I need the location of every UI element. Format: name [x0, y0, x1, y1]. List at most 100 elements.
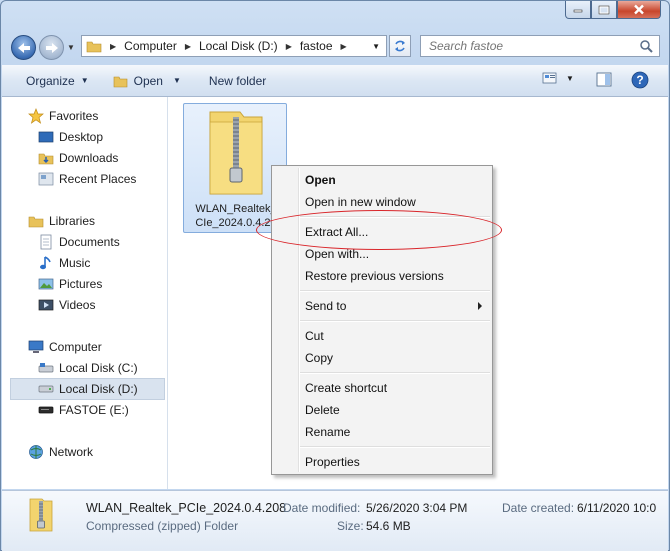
search-input[interactable]: [427, 38, 631, 54]
chevron-down-icon: ▼: [566, 73, 574, 83]
nav-item-label: Desktop: [59, 130, 104, 144]
forward-button[interactable]: [39, 35, 64, 60]
drive-icon: [38, 381, 54, 397]
nav-item-label: FASTOE (E:): [59, 403, 129, 417]
menu-item-open-in-new-window[interactable]: Open in new window: [305, 193, 416, 211]
nav-item-recent-places[interactable]: Recent Places: [38, 169, 136, 189]
back-button[interactable]: [11, 35, 36, 60]
nav-item-label: Documents: [59, 235, 120, 249]
folder-icon: [86, 41, 102, 53]
star-icon: [28, 108, 44, 124]
zip-file-icon: [29, 498, 53, 532]
breadcrumb-local-disk-d[interactable]: Local Disk (D:): [199, 39, 278, 53]
nav-item-local-disk-d[interactable]: Local Disk (D:): [10, 378, 165, 400]
refresh-icon: [395, 40, 405, 52]
menu-separator: [300, 290, 490, 292]
open-folder-icon: [113, 76, 127, 87]
breadcrumb-arrow-icon[interactable]: ▶: [286, 42, 292, 51]
nav-computer[interactable]: Computer: [28, 337, 102, 357]
date-modified-value: 5/26/2020 3:04 PM: [366, 501, 468, 515]
nav-item-label: Music: [59, 256, 91, 270]
change-view-button[interactable]: ▼: [542, 71, 574, 85]
help-button[interactable]: ?: [631, 71, 649, 92]
menu-item-open[interactable]: Open: [305, 171, 336, 189]
organize-button[interactable]: Organize ▼: [20, 69, 95, 93]
nav-item-label: Pictures: [59, 277, 103, 291]
search-icon[interactable]: [639, 39, 653, 53]
size-label: Size:: [337, 519, 364, 533]
nav-favorites-label: Favorites: [49, 109, 99, 123]
submenu-arrow-icon: [478, 302, 482, 310]
command-bar: Organize ▼ Open ▼ New folder ▼ ?: [2, 65, 668, 97]
nav-computer-label: Computer: [49, 340, 102, 354]
downloads-folder-icon: [38, 150, 54, 166]
breadcrumb-arrow-icon[interactable]: ▶: [185, 42, 191, 51]
computer-icon: [28, 339, 44, 355]
recent-places-icon: [38, 171, 54, 187]
menu-separator: [300, 372, 490, 374]
nav-item-documents[interactable]: Documents: [38, 232, 120, 252]
breadcrumb-arrow-icon[interactable]: ▶: [110, 42, 116, 51]
menu-item-send-to[interactable]: Send to: [305, 297, 485, 315]
nav-item-desktop[interactable]: Desktop: [38, 127, 103, 147]
search-box[interactable]: [420, 35, 660, 57]
menu-item-rename[interactable]: Rename: [305, 423, 350, 441]
help-icon: ?: [631, 71, 649, 89]
menu-item-create-shortcut[interactable]: Create shortcut: [305, 379, 387, 397]
zip-folder-icon: [209, 111, 263, 195]
date-modified-label: Date modified:: [283, 501, 361, 515]
maximize-button[interactable]: [591, 1, 617, 19]
removable-drive-icon: [38, 402, 54, 418]
nav-item-music[interactable]: Music: [38, 253, 90, 273]
menu-item-copy[interactable]: Copy: [305, 349, 333, 367]
network-icon: [28, 444, 44, 460]
nav-item-pictures[interactable]: Pictures: [38, 274, 102, 294]
breadcrumb-arrow-icon[interactable]: ▶: [341, 42, 347, 51]
navigation-pane: Favorites Desktop Downloads Recent Place…: [2, 97, 168, 489]
breadcrumb-computer[interactable]: Computer: [124, 39, 177, 53]
menu-item-delete[interactable]: Delete: [305, 401, 340, 419]
menu-item-cut[interactable]: Cut: [305, 327, 324, 345]
preview-pane-button[interactable]: [596, 72, 612, 90]
nav-item-label: Local Disk (D:): [59, 382, 138, 396]
menu-item-restore-previous-versions[interactable]: Restore previous versions: [305, 267, 444, 285]
minimize-button[interactable]: [565, 1, 591, 19]
minimize-icon: [573, 9, 583, 12]
open-button[interactable]: Open ▼: [107, 69, 187, 93]
menu-item-properties[interactable]: Properties: [305, 453, 360, 471]
desktop-icon: [38, 129, 54, 145]
nav-libraries[interactable]: Libraries: [28, 211, 95, 231]
nav-item-label: Recent Places: [59, 172, 137, 186]
nav-item-fastoe-e[interactable]: FASTOE (E:): [38, 400, 129, 420]
refresh-button[interactable]: [389, 35, 411, 57]
nav-item-local-disk-c[interactable]: Local Disk (C:): [38, 358, 138, 378]
nav-libraries-label: Libraries: [49, 214, 96, 228]
documents-icon: [38, 234, 54, 250]
nav-item-label: Videos: [59, 298, 96, 312]
view-options-icon: [542, 72, 557, 84]
chevron-down-icon: ▼: [80, 76, 89, 85]
details-filename: WLAN_Realtek_PCIe_2024.0.4.208: [86, 501, 287, 515]
new-folder-button[interactable]: New folder: [203, 69, 272, 93]
address-bar[interactable]: ▶ Computer ▶ Local Disk (D:) ▶ fastoe ▶ …: [81, 35, 387, 57]
send-to-label: Send to: [305, 299, 347, 313]
nav-item-videos[interactable]: Videos: [38, 295, 95, 315]
recent-pages-dropdown[interactable]: ▼: [67, 43, 75, 52]
address-dropdown-icon[interactable]: ▼: [372, 42, 380, 51]
svg-text:?: ?: [636, 73, 643, 87]
close-icon: [634, 4, 644, 15]
chevron-down-icon: ▼: [172, 76, 181, 85]
date-created-label: Date created:: [502, 501, 575, 515]
menu-separator: [300, 446, 490, 448]
nav-favorites[interactable]: Favorites: [28, 106, 98, 126]
nav-item-downloads[interactable]: Downloads: [38, 148, 118, 168]
preview-pane-icon: [596, 72, 612, 87]
system-drive-icon: [38, 360, 54, 376]
organize-label: Organize: [26, 73, 75, 88]
nav-network[interactable]: Network: [28, 442, 93, 462]
close-button[interactable]: [617, 1, 661, 19]
breadcrumb-fastoe[interactable]: fastoe: [300, 39, 333, 53]
explorer-window: ▼ ▶ Computer ▶ Local Disk (D:) ▶ fastoe …: [0, 0, 670, 551]
date-created-value: 6/11/2020 10:0: [577, 501, 657, 515]
menu-separator: [300, 320, 490, 322]
